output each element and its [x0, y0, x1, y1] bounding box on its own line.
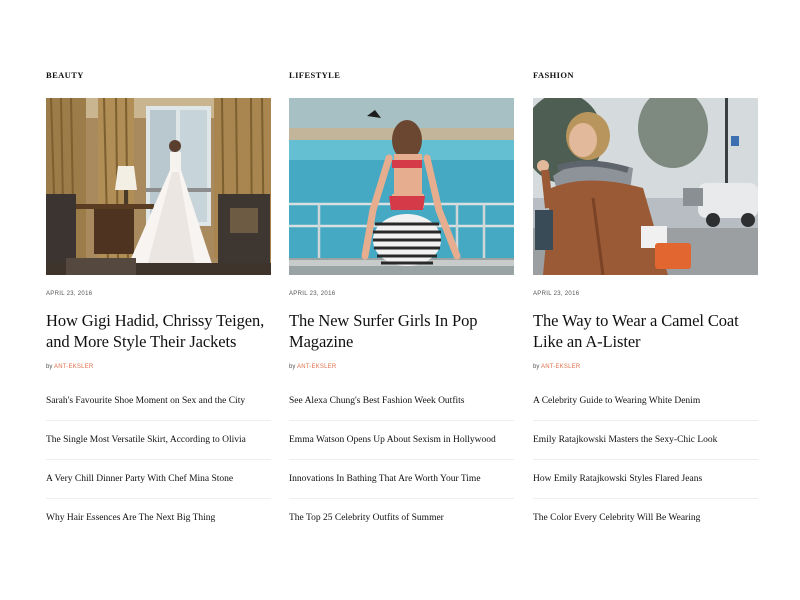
category-column-beauty: BEAUTY APRIL 23, 2016 How Gigi Hadid, Ch…	[46, 68, 271, 523]
category-heading[interactable]: BEAUTY	[46, 68, 271, 82]
byline-prefix: by	[289, 364, 296, 370]
article-byline: by ANT-EKSLER	[46, 362, 93, 372]
related-links-list: A Celebrity Guide to Wearing White Denim…	[533, 382, 758, 537]
article-date: APRIL 23, 2016	[533, 291, 580, 297]
related-link[interactable]: The Top 25 Celebrity Outfits of Summer	[289, 499, 514, 537]
article-photo[interactable]	[289, 98, 514, 275]
related-links-list: See Alexa Chung's Best Fashion Week Outf…	[289, 382, 514, 537]
article-byline: by ANT-EKSLER	[289, 362, 336, 372]
article-columns: BEAUTY APRIL 23, 2016 How Gigi Hadid, Ch…	[46, 68, 758, 548]
article-photo[interactable]	[46, 98, 271, 275]
article-date: APRIL 23, 2016	[289, 291, 336, 297]
related-link[interactable]: Sarah's Favourite Shoe Moment on Sex and…	[46, 382, 271, 421]
related-link[interactable]: Why Hair Essences Are The Next Big Thing	[46, 499, 271, 537]
related-link[interactable]: See Alexa Chung's Best Fashion Week Outf…	[289, 382, 514, 421]
article-headline[interactable]: How Gigi Hadid, Chrissy Teigen, and More…	[46, 310, 274, 352]
article-headline[interactable]: The New Surfer Girls In Pop Magazine	[289, 310, 517, 352]
author-link[interactable]: ANT-EKSLER	[54, 364, 93, 370]
byline-prefix: by	[46, 364, 53, 370]
article-headline[interactable]: The Way to Wear a Camel Coat Like an A-L…	[533, 310, 761, 352]
author-link[interactable]: ANT-EKSLER	[297, 364, 336, 370]
category-heading[interactable]: FASHION	[533, 68, 758, 82]
related-link[interactable]: Innovations In Bathing That Are Worth Yo…	[289, 460, 514, 499]
category-column-lifestyle: LIFESTYLE APRIL 23, 2016 The New Surfer …	[289, 68, 514, 523]
street-style-photo-illustration	[533, 98, 758, 275]
pool-photo-illustration	[289, 98, 514, 275]
article-photo[interactable]	[533, 98, 758, 275]
related-link[interactable]: How Emily Ratajkowski Styles Flared Jean…	[533, 460, 758, 499]
author-link[interactable]: ANT-EKSLER	[541, 364, 580, 370]
article-date: APRIL 23, 2016	[46, 291, 93, 297]
related-link[interactable]: A Very Chill Dinner Party With Chef Mina…	[46, 460, 271, 499]
bride-photo-illustration	[46, 98, 271, 275]
byline-prefix: by	[533, 364, 540, 370]
category-column-fashion: FASHION APRIL 23, 2016 The Way to Wear a…	[533, 68, 758, 523]
article-byline: by ANT-EKSLER	[533, 362, 580, 372]
related-link[interactable]: The Color Every Celebrity Will Be Wearin…	[533, 499, 758, 537]
related-link[interactable]: The Single Most Versatile Skirt, Accordi…	[46, 421, 271, 460]
related-link[interactable]: A Celebrity Guide to Wearing White Denim	[533, 382, 758, 421]
related-links-list: Sarah's Favourite Shoe Moment on Sex and…	[46, 382, 271, 537]
related-link[interactable]: Emily Ratajkowski Masters the Sexy-Chic …	[533, 421, 758, 460]
category-heading[interactable]: LIFESTYLE	[289, 68, 514, 82]
related-link[interactable]: Emma Watson Opens Up About Sexism in Hol…	[289, 421, 514, 460]
